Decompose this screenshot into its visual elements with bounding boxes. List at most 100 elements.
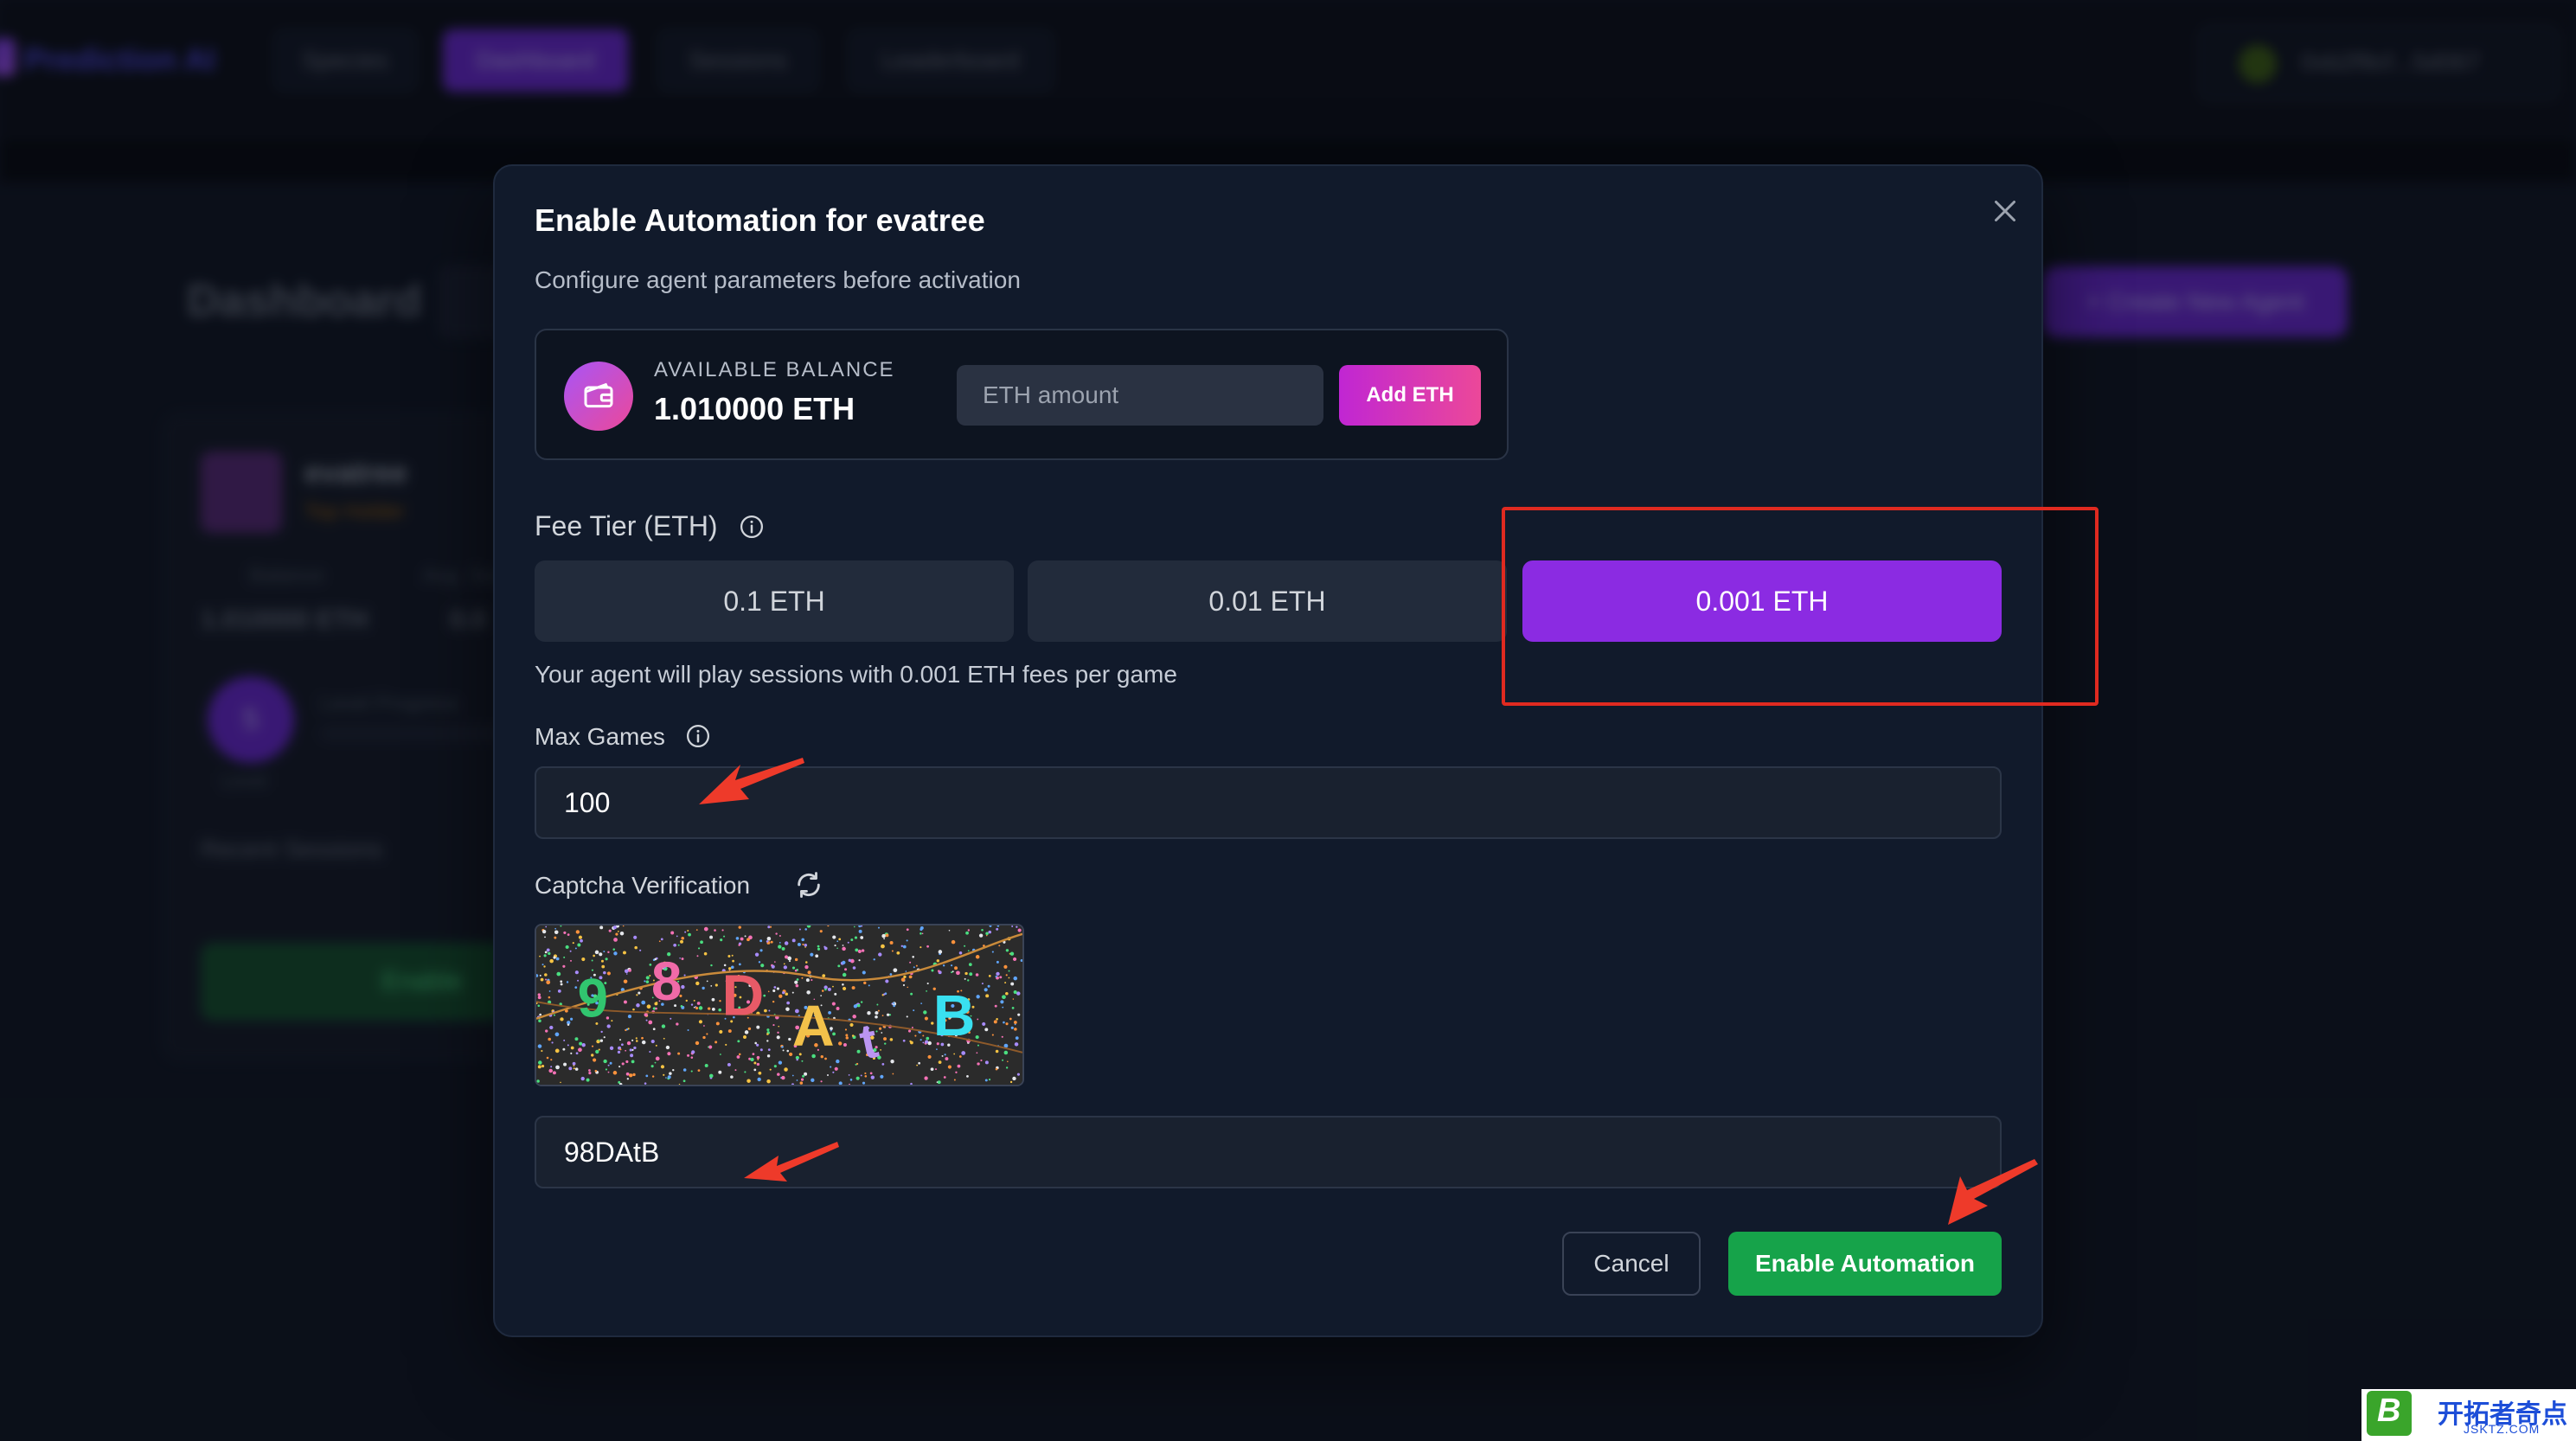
- fee-tier-option-0-01[interactable]: 0.01 ETH: [1028, 560, 1507, 642]
- captcha-noise-dot: [605, 957, 608, 961]
- captcha-noise-dot: [627, 1015, 632, 1019]
- captcha-noise-dot: [958, 951, 963, 955]
- captcha-noise-dot: [908, 975, 913, 979]
- captcha-noise-dot: [670, 1017, 672, 1020]
- captcha-noise-dot: [781, 946, 785, 951]
- captcha-noise-dot: [817, 947, 821, 951]
- captcha-noise-dot: [536, 1079, 540, 1083]
- captcha-noise-dot: [1009, 951, 1015, 956]
- captcha-noise-dot: [598, 1048, 600, 1051]
- captcha-noise-dot: [771, 964, 775, 969]
- captcha-noise-dot: [880, 1048, 881, 1051]
- captcha-noise-dot: [621, 1043, 624, 1047]
- captcha-noise-dot: [607, 951, 610, 954]
- captcha-noise-dot: [560, 980, 563, 983]
- captcha-noise-dot: [951, 971, 953, 974]
- captcha-noise-dot: [799, 1081, 804, 1085]
- captcha-noise-dot: [1002, 1006, 1004, 1009]
- captcha-noise-dot: [851, 986, 855, 989]
- captcha-noise-dot: [797, 942, 801, 946]
- captcha-noise-dot: [612, 925, 617, 930]
- captcha-char: 8: [651, 952, 682, 1012]
- max-games-input[interactable]: [535, 766, 2002, 839]
- captcha-noise-dot: [902, 1039, 906, 1042]
- captcha-noise-dot: [635, 1037, 638, 1040]
- captcha-noise-dot: [1005, 974, 1008, 977]
- captcha-noise-dot: [719, 1054, 721, 1055]
- cancel-button[interactable]: Cancel: [1562, 1232, 1701, 1296]
- captcha-noise-dot: [864, 1074, 868, 1078]
- refresh-icon[interactable]: [794, 870, 823, 900]
- captcha-noise-dot: [984, 1060, 989, 1065]
- captcha-noise-dot: [551, 1041, 554, 1044]
- captcha-noise-dot: [920, 1002, 923, 1005]
- captcha-noise-dot: [706, 980, 708, 983]
- captcha-noise-dot: [731, 954, 734, 957]
- captcha-noise-dot: [964, 977, 966, 980]
- captcha-noise-dot: [849, 1022, 854, 1027]
- captcha-noise-dot: [766, 1079, 771, 1084]
- captcha-noise-dot: [853, 925, 855, 928]
- captcha-noise-dot: [695, 1041, 700, 1046]
- captcha-noise-dot: [880, 1074, 884, 1079]
- captcha-noise-dot: [912, 956, 914, 958]
- add-eth-button[interactable]: Add ETH: [1339, 365, 1481, 426]
- captcha-noise-dot: [815, 954, 819, 958]
- captcha-noise-dot: [667, 1052, 671, 1056]
- captcha-noise-dot: [700, 940, 703, 945]
- captcha-noise-dot: [811, 978, 813, 982]
- captcha-noise-dot: [782, 1049, 785, 1052]
- captcha-noise-dot: [588, 1069, 591, 1072]
- captcha-noise-dot: [650, 1040, 655, 1044]
- modal-title: Enable Automation for evatree: [535, 202, 985, 238]
- close-icon[interactable]: [1990, 195, 2021, 227]
- captcha-input[interactable]: [535, 1116, 2002, 1188]
- info-icon[interactable]: [739, 514, 765, 540]
- captcha-noise-dot: [549, 1025, 554, 1030]
- captcha-noise-dot: [766, 937, 772, 941]
- captcha-noise-dot: [909, 1040, 912, 1043]
- captcha-noise-dot: [942, 964, 945, 967]
- captcha-noise-dot: [909, 961, 912, 964]
- captcha-noise-dot: [791, 991, 794, 994]
- captcha-noise-dot: [995, 1049, 999, 1054]
- captcha-noise-dot: [554, 936, 557, 939]
- captcha-noise-dot: [730, 1075, 734, 1079]
- captcha-noise-dot: [621, 1062, 625, 1066]
- fee-tier-option-0-1[interactable]: 0.1 ETH: [535, 560, 1014, 642]
- captcha-noise-dot: [756, 1043, 759, 1047]
- captcha-noise-dot: [981, 983, 984, 985]
- captcha-noise-dot: [849, 1079, 853, 1081]
- captcha-noise-dot: [783, 965, 788, 970]
- captcha-noise-dot: [938, 950, 943, 954]
- captcha-noise-dot: [663, 1073, 665, 1076]
- captcha-noise-dot: [600, 959, 604, 963]
- captcha-noise-dot: [541, 1049, 543, 1053]
- captcha-noise-dot: [851, 1034, 855, 1037]
- captcha-noise-dot: [537, 993, 541, 996]
- captcha-noise-dot: [541, 964, 544, 966]
- captcha-noise-dot: [794, 969, 798, 972]
- captcha-noise-dot: [754, 1041, 757, 1045]
- captcha-noise-dot: [545, 925, 548, 928]
- captcha-noise-dot: [539, 974, 541, 977]
- captcha-noise-dot: [914, 1034, 917, 1037]
- captcha-noise-dot: [779, 994, 783, 998]
- captcha-noise-dot: [869, 1072, 873, 1075]
- info-icon[interactable]: [685, 723, 711, 749]
- captcha-noise-dot: [772, 1000, 775, 1003]
- eth-amount-input[interactable]: [957, 365, 1323, 426]
- captcha-noise-dot: [600, 1030, 603, 1034]
- captcha-noise-dot: [553, 956, 556, 959]
- captcha-noise-dot: [786, 1049, 790, 1053]
- captcha-noise-dot: [732, 959, 734, 963]
- captcha-noise-dot: [845, 1036, 849, 1040]
- captcha-noise-dot: [709, 935, 714, 939]
- captcha-noise-dot: [715, 1022, 720, 1026]
- captcha-noise-dot: [623, 979, 628, 983]
- max-games-label: Max Games: [535, 723, 665, 750]
- captcha-noise-dot: [801, 1060, 804, 1062]
- captcha-noise-dot: [776, 987, 779, 990]
- captcha-noise-dot: [999, 976, 1003, 979]
- enable-automation-button[interactable]: Enable Automation: [1728, 1232, 2002, 1296]
